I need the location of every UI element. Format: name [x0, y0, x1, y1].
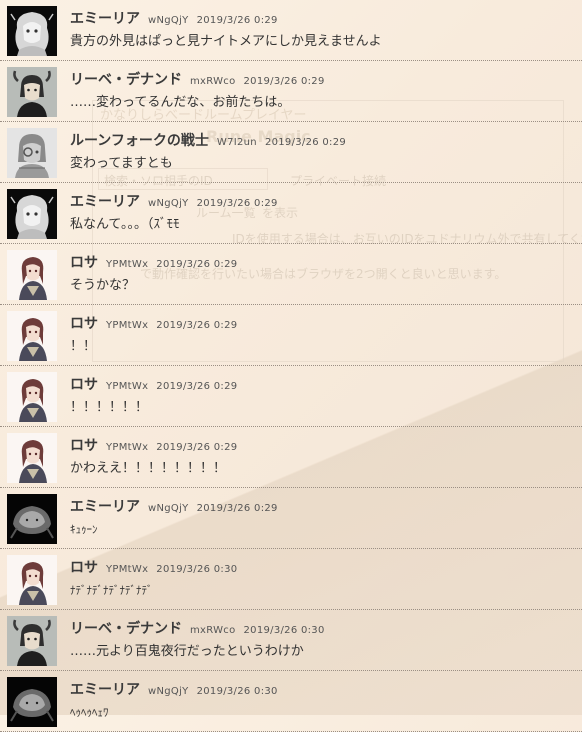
chat-message: ロサ YPMtWx 2019/3/26 0:29 ！！！！！！ [0, 366, 582, 427]
message-text: かわええ！！！！！！！！ [70, 461, 227, 476]
timestamp: 2019/3/26 0:29 [156, 442, 238, 453]
chat-message: ロサ YPMtWx 2019/3/26 0:29 ！！ [0, 305, 582, 366]
timestamp: 2019/3/26 0:29 [196, 15, 278, 26]
chat-message: ロサ YPMtWx 2019/3/26 0:29 そうかな？ [0, 244, 582, 305]
sender-id: wNgQjY [148, 686, 189, 697]
message-text: ！！ [70, 339, 97, 354]
message-text: ……変わってるんだな、お前たちは。 [70, 95, 291, 110]
message-header: リーベ・デナンド mxRWco 2019/3/26 0:30 [70, 618, 325, 638]
avatar[interactable] [7, 189, 57, 239]
sender-name: エミーリア [70, 499, 140, 515]
timestamp: 2019/3/26 0:30 [196, 686, 278, 697]
sender-name: ロサ [70, 560, 98, 576]
timestamp: 2019/3/26 0:30 [156, 564, 238, 575]
message-text: ……元より百鬼夜行だったというわけか [70, 644, 304, 659]
sender-id: W7I2un [216, 137, 257, 148]
sender-id: YPMtWx [106, 442, 149, 453]
avatar[interactable] [7, 6, 57, 56]
avatar[interactable] [7, 372, 57, 422]
sender-name: エミーリア [70, 194, 140, 210]
sender-name: エミーリア [70, 682, 140, 698]
sender-id: YPMtWx [106, 564, 149, 575]
message-header: リーベ・デナンド mxRWco 2019/3/26 0:29 [70, 69, 325, 89]
sender-name: リーベ・デナンド [70, 621, 182, 637]
timestamp: 2019/3/26 0:29 [264, 137, 347, 148]
chat-message: ロサ YPMtWx 2019/3/26 0:30 ﾅﾃﾞﾅﾃﾞﾅﾃﾞﾅﾃﾞﾅﾃﾞ [0, 549, 582, 610]
sender-id: wNgQjY [148, 15, 189, 26]
sender-name: ルーンフォークの戦士 [70, 133, 209, 149]
message-text: 貴方の外見はぱっと見ナイトメアにしか見えませんよ [70, 34, 382, 49]
message-header: エミーリア wNgQjY 2019/3/26 0:29 [70, 8, 278, 28]
message-header: エミーリア wNgQjY 2019/3/26 0:29 [70, 191, 278, 211]
sender-id: mxRWco [190, 76, 236, 87]
sender-name: ロサ [70, 255, 98, 271]
message-header: エミーリア wNgQjY 2019/3/26 0:30 [70, 679, 278, 699]
timestamp: 2019/3/26 0:30 [243, 625, 325, 636]
sender-id: YPMtWx [106, 381, 149, 392]
chat-message: エミーリア wNgQjY 2019/3/26 0:29 私なんて。。。（ｽﾞﾓﾓ [0, 183, 582, 244]
message-text: ｷｭｩｰﾝ [70, 523, 98, 536]
timestamp: 2019/3/26 0:29 [156, 381, 238, 392]
avatar[interactable] [7, 128, 57, 178]
message-header: ロサ YPMtWx 2019/3/26 0:30 [70, 557, 237, 577]
sender-id: mxRWco [190, 625, 236, 636]
timestamp: 2019/3/26 0:29 [196, 503, 278, 514]
timestamp: 2019/3/26 0:29 [243, 76, 325, 87]
avatar[interactable] [7, 311, 57, 361]
avatar[interactable] [7, 616, 57, 666]
avatar[interactable] [7, 67, 57, 117]
sender-id: wNgQjY [148, 198, 189, 209]
timestamp: 2019/3/26 0:29 [156, 320, 238, 331]
avatar[interactable] [7, 494, 57, 544]
sender-id: YPMtWx [106, 320, 149, 331]
message-text: ！！！！！！ [70, 400, 149, 415]
message-header: ルーンフォークの戦士 W7I2un 2019/3/26 0:29 [70, 130, 346, 150]
message-header: ロサ YPMtWx 2019/3/26 0:29 [70, 313, 237, 333]
message-text: 変わってますとも [70, 156, 173, 171]
sender-name: ロサ [70, 438, 98, 454]
chat-message: エミーリア wNgQjY 2019/3/26 0:30 ﾍｩﾍｩﾍｪﾜ [0, 671, 582, 732]
message-text: そうかな？ [70, 278, 136, 293]
timestamp: 2019/3/26 0:29 [156, 259, 238, 270]
avatar[interactable] [7, 433, 57, 483]
message-text: 私なんて。。。（ｽﾞﾓﾓ [70, 217, 180, 232]
chat-message: エミーリア wNgQjY 2019/3/26 0:29 貴方の外見はぱっと見ナイトメア… [0, 0, 582, 61]
message-header: ロサ YPMtWx 2019/3/26 0:29 [70, 374, 237, 394]
message-text: ﾅﾃﾞﾅﾃﾞﾅﾃﾞﾅﾃﾞﾅﾃﾞ [70, 584, 153, 597]
chat-message: リーベ・デナンド mxRWco 2019/3/26 0:29 ……変わってるんだな、お… [0, 61, 582, 122]
message-header: ロサ YPMtWx 2019/3/26 0:29 [70, 435, 237, 455]
sender-name: ロサ [70, 316, 98, 332]
avatar[interactable] [7, 555, 57, 605]
chat-message: ルーンフォークの戦士 W7I2un 2019/3/26 0:29 変わってますとも [0, 122, 582, 183]
chat-message: リーベ・デナンド mxRWco 2019/3/26 0:30 ……元より百鬼夜行だった… [0, 610, 582, 671]
sender-name: リーベ・デナンド [70, 72, 182, 88]
chat-message: ロサ YPMtWx 2019/3/26 0:29 かわええ！！！！！！！！ [0, 427, 582, 488]
sender-name: エミーリア [70, 11, 140, 27]
chat-log: エミーリア wNgQjY 2019/3/26 0:29 貴方の外見はぱっと見ナイトメア… [0, 0, 582, 732]
timestamp: 2019/3/26 0:29 [196, 198, 278, 209]
chat-message: エミーリア wNgQjY 2019/3/26 0:29 ｷｭｩｰﾝ [0, 488, 582, 549]
sender-id: wNgQjY [148, 503, 189, 514]
avatar[interactable] [7, 677, 57, 727]
sender-id: YPMtWx [106, 259, 149, 270]
message-header: エミーリア wNgQjY 2019/3/26 0:29 [70, 496, 278, 516]
message-text: ﾍｩﾍｩﾍｪﾜ [70, 706, 109, 719]
sender-name: ロサ [70, 377, 98, 393]
message-header: ロサ YPMtWx 2019/3/26 0:29 [70, 252, 237, 272]
avatar[interactable] [7, 250, 57, 300]
